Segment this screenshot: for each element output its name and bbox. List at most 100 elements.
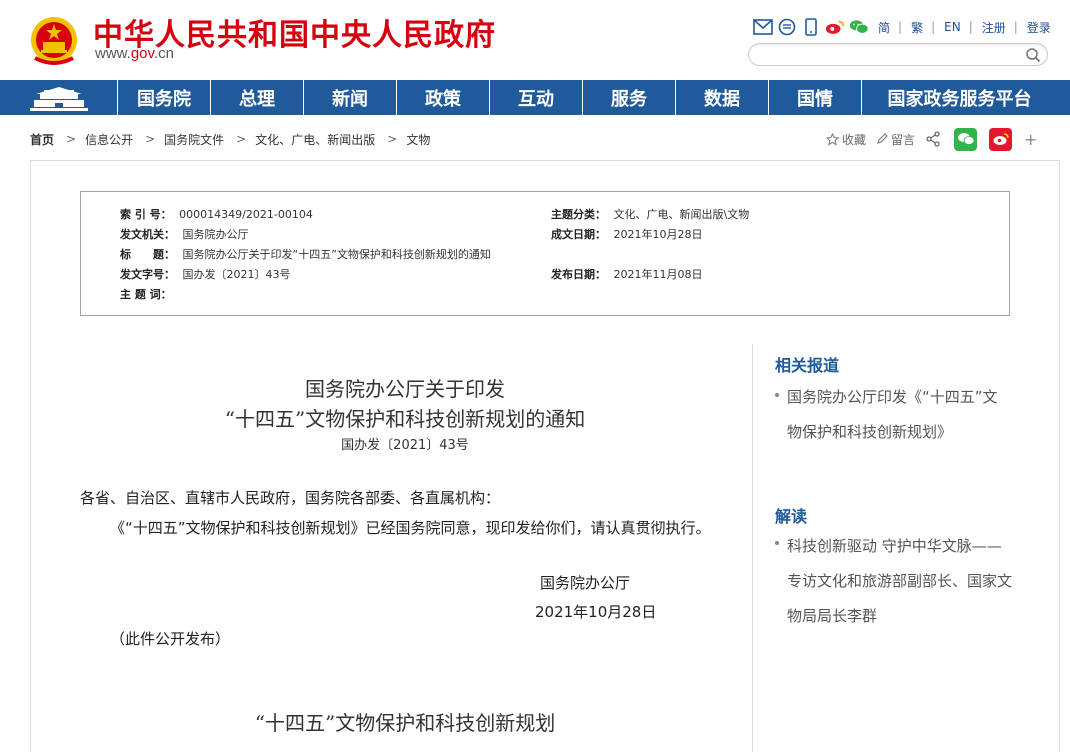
comment-label: 留言 [891, 132, 916, 147]
content-frame-right [1059, 160, 1060, 752]
favorite-label: 收藏 [842, 132, 867, 147]
meta-created: 成文日期： 2021年10月28日 [551, 227, 703, 243]
meta-issuer-value: 国务院办公厅 [182, 228, 249, 241]
domain-brand: gov [130, 45, 154, 62]
related-report-link[interactable]: 国务院办公厅印发《“十四五”文物保护和科技创新规划》 [787, 380, 1012, 450]
domain-prefix: www. [95, 45, 131, 62]
wechat-icon[interactable] [849, 17, 869, 37]
meta-index-label: 索 引 号： [120, 208, 172, 221]
lang-simplified[interactable]: 简 [878, 19, 890, 36]
nav-national-info[interactable]: 国情 [769, 80, 862, 115]
meta-docnum-value: 国办发〔2021〕43号 [182, 268, 291, 281]
meta-created-label: 成文日期： [551, 228, 606, 241]
header-tools: 简 | 繁 | EN | 注册 | 登录 [753, 17, 1051, 37]
nav-premier[interactable]: 总理 [211, 80, 304, 115]
lang-english[interactable]: EN [944, 20, 961, 34]
separator: | [931, 20, 936, 34]
nav-gov-service-platform[interactable]: 国家政务服务平台 [862, 80, 1057, 115]
separator: | [1013, 20, 1018, 34]
article-doc-number: 国办发〔2021〕43号 [341, 438, 469, 453]
meta-docnum-label: 发文字号： [120, 268, 175, 281]
pencil-icon [877, 133, 888, 144]
register-link[interactable]: 注册 [982, 19, 1006, 36]
chevron-right-icon: > [387, 132, 398, 146]
bullet-icon [775, 541, 779, 545]
mobile-icon[interactable] [801, 17, 821, 37]
meta-keywords: 主 题 词： [120, 287, 172, 303]
search-icon[interactable] [1025, 47, 1041, 63]
share-button[interactable] [925, 131, 944, 147]
meta-published: 发布日期： 2021年11月08日 [551, 267, 703, 283]
content-frame-left [30, 160, 31, 752]
nav-home-icon[interactable] [0, 80, 118, 115]
share-icon [926, 131, 940, 147]
article-date: 2021年10月28日 [535, 603, 657, 621]
nav-state-council[interactable]: 国务院 [118, 80, 211, 115]
interpretation-heading: 解读 [775, 507, 808, 526]
article-signer: 国务院办公厅 [540, 574, 631, 592]
meta-published-value: 2021年11月08日 [613, 268, 703, 281]
interpretation-link[interactable]: 科技创新驱动 守护中华文脉——专访文化和旅游部副部长、国家文物局局长李群 [787, 529, 1012, 634]
lang-traditional[interactable]: 繁 [911, 19, 923, 36]
meta-issuer-label: 发文机关： [120, 228, 175, 241]
login-link[interactable]: 登录 [1027, 19, 1051, 36]
separator: | [898, 20, 903, 34]
meta-category-label: 主题分类： [551, 208, 606, 221]
national-emblem-icon[interactable] [29, 12, 79, 66]
nav-news[interactable]: 新闻 [304, 80, 397, 115]
article-title-line1: 国务院办公厅关于印发 [305, 377, 505, 401]
article-title-line2: “十四五”文物保护和科技创新规划的通知 [224, 407, 586, 431]
meta-index: 索 引 号： 000014349/2021-00104 [120, 207, 313, 223]
star-icon [826, 132, 839, 146]
wechat-share-icon[interactable] [954, 127, 978, 151]
content-frame-top [30, 160, 1060, 161]
meta-category: 主题分类： 文化、广电、新闻出版\文物 [551, 207, 749, 223]
meta-keywords-label: 主 题 词： [120, 288, 172, 301]
bullet-icon [775, 393, 779, 397]
site-header: 中华人民共和国中央人民政府 www.gov.cn 简 | 繁 | EN | 注册… [0, 0, 1070, 80]
breadcrumb-state-council-docs[interactable]: 国务院文件 [164, 131, 224, 148]
main-nav: 国务院 总理 新闻 政策 互动 服务 数据 国情 国家政务服务平台 [0, 80, 1070, 115]
comment-button[interactable]: 留言 [876, 131, 915, 148]
breadcrumb-home[interactable]: 首页 [30, 131, 54, 148]
sidebar-divider [752, 344, 753, 752]
more-share-button[interactable]: + [1024, 130, 1037, 149]
breadcrumb-cultural-relics[interactable]: 文物 [406, 131, 430, 148]
tiananmen-icon [29, 86, 88, 111]
chat-bubble-icon[interactable] [777, 17, 797, 37]
meta-index-value: 000014349/2021-00104 [179, 208, 313, 221]
search-input[interactable] [748, 43, 1048, 66]
meta-title: 标 题： 国务院办公厅关于印发“十四五”文物保护和科技创新规划的通知 [120, 247, 491, 263]
meta-created-value: 2021年10月28日 [613, 228, 703, 241]
breadcrumb-info-disclosure[interactable]: 信息公开 [85, 131, 133, 148]
meta-title-value: 国务院办公厅关于印发“十四五”文物保护和科技创新规划的通知 [182, 248, 491, 261]
meta-issuer: 发文机关： 国务院办公厅 [120, 227, 249, 243]
mail-icon[interactable] [753, 17, 773, 37]
meta-category-value: 文化、广电、新闻出版\文物 [613, 208, 750, 221]
article-body: 《“十四五”文物保护和科技创新规划》已经国务院同意，现印发给你们，请认真贯彻执行… [110, 519, 711, 537]
related-reports-heading: 相关报道 [775, 356, 840, 375]
site-domain[interactable]: www.gov.cn [95, 45, 174, 62]
breadcrumb: 首页 > 信息公开 > 国务院文件 > 文化、广电、新闻出版 > 文物 [30, 130, 430, 148]
chevron-right-icon: > [236, 132, 247, 146]
chevron-right-icon: > [66, 132, 77, 146]
weibo-icon[interactable] [825, 17, 845, 37]
plan-title: “十四五”文物保护和科技创新规划 [254, 711, 556, 735]
nav-services[interactable]: 服务 [583, 80, 676, 115]
nav-policies[interactable]: 政策 [397, 80, 490, 115]
share-tools: 收藏 留言 + [826, 127, 1037, 151]
nav-interaction[interactable]: 互动 [490, 80, 583, 115]
document-metadata: 索 引 号： 000014349/2021-00104 主题分类： 文化、广电、… [80, 191, 1010, 316]
meta-published-label: 发布日期： [551, 268, 606, 281]
nav-data[interactable]: 数据 [676, 80, 769, 115]
domain-suffix: .cn [153, 45, 174, 62]
chevron-right-icon: > [145, 132, 156, 146]
article-note: （此件公开发布） [110, 630, 231, 648]
weibo-share-icon[interactable] [989, 127, 1013, 151]
meta-docnum: 发文字号： 国办发〔2021〕43号 [120, 267, 291, 283]
separator: | [968, 20, 973, 34]
article-salutation: 各省、自治区、直辖市人民政府，国务院各部委、各直属机构： [80, 489, 501, 507]
breadcrumb-culture-media[interactable]: 文化、广电、新闻出版 [255, 131, 375, 148]
favorite-button[interactable]: 收藏 [826, 131, 866, 148]
meta-title-label: 标 题： [120, 248, 175, 261]
